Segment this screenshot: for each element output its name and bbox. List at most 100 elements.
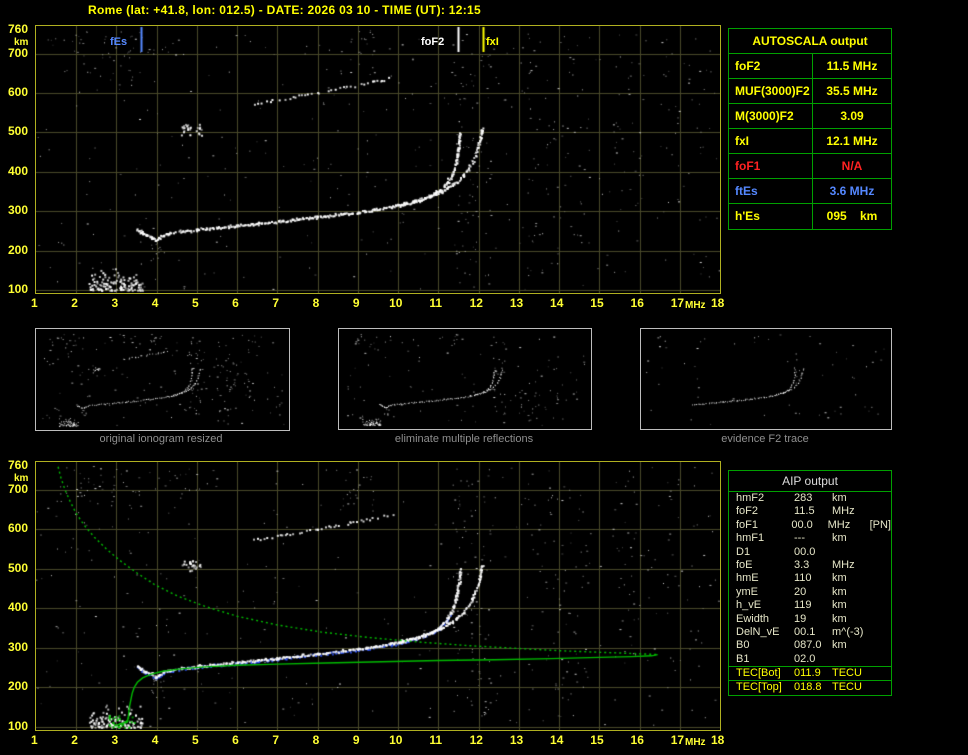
ionogram-plot-top [35, 25, 721, 294]
y-tick-label: 760 [7, 458, 28, 472]
foF2-marker-label: foF2 [421, 36, 445, 48]
table-row: hmF1 --- km [729, 532, 891, 545]
x-tick-label: 4 [151, 733, 159, 747]
param-value: 11.5 MHz [826, 59, 878, 73]
param-unit: km [832, 612, 847, 625]
param-note [876, 613, 891, 626]
param-value: 00.0 [794, 545, 816, 558]
station-title: Rome (lat: +41.8, lon: 012.5) - DATE: 20… [88, 3, 481, 17]
param-label: D1 [736, 545, 751, 558]
thumbnail-caption: evidence F2 trace [721, 433, 809, 445]
x-tick-label: 15 [590, 733, 604, 747]
y-tick-label: 700 [7, 45, 28, 60]
x-tick-label: 13 [509, 296, 524, 310]
param-note: [PN] [869, 518, 891, 531]
param-unit: km [832, 639, 847, 652]
param-label: M(3000)F2 [729, 104, 813, 128]
param-note [876, 492, 891, 505]
param-value: 110 [794, 572, 812, 585]
table-row: DelN_vE 00.1 m^(-3) [729, 626, 891, 639]
x-tick-label: 10 [389, 296, 403, 310]
x-tick-label: 11 [429, 296, 443, 310]
param-label: Ewidth [736, 612, 770, 625]
table-row: B0 087.0 km [729, 639, 891, 652]
param-label: B1 [736, 652, 750, 665]
param-unit: km [832, 492, 847, 504]
x-tick-label: 14 [550, 733, 564, 747]
y-tick-label: 300 [7, 203, 28, 218]
param-label: foF2 [736, 505, 759, 518]
param-value: 19 [794, 612, 807, 625]
thumbnail-original-ionogram [35, 328, 290, 431]
ionogram-plot-bottom [35, 461, 721, 731]
param-value: N/A [841, 159, 863, 173]
aip-panel-title: AIP output [729, 471, 891, 492]
table-row: Ewidth 19 km [729, 613, 891, 626]
y-tick-label: 600 [7, 521, 28, 536]
x-tick-label: 4 [151, 296, 159, 310]
param-label: foE [736, 558, 753, 571]
param-note [876, 572, 891, 585]
x-tick-label: 5 [191, 733, 199, 747]
param-value: 02.0 [794, 652, 816, 665]
param-unit [832, 546, 876, 559]
param-unit: km [832, 599, 847, 612]
table-row: MUF(3000)F2 35.5 MHz [729, 79, 891, 104]
table-row: fxI 12.1 MHz [729, 129, 891, 154]
y-tick-label: 100 [7, 719, 28, 733]
param-value: 3.6 MHz [829, 184, 875, 198]
param-unit: TECU [832, 681, 862, 694]
thumbnail-f2-trace [640, 328, 892, 430]
param-value: 20 [794, 585, 807, 598]
y-tick-label: 600 [7, 85, 28, 100]
x-tick-label: 8 [312, 296, 320, 310]
x-tick-label: 6 [232, 296, 239, 310]
param-label: hmF1 [736, 532, 765, 545]
param-unit: km [832, 532, 847, 545]
param-value: 095 km [826, 209, 878, 223]
x-tick-label: 12 [469, 733, 483, 747]
param-unit: MHz [827, 518, 851, 531]
param-value: 018.8 [794, 681, 822, 694]
x-tick-label: 10 [389, 733, 403, 747]
param-label: DelN_vE [736, 625, 780, 638]
table-row: ymE 20 km [729, 586, 891, 599]
table-row: h'Es 095 km [729, 204, 891, 229]
aip-output-panel: AIP output hmF2 283 km foF2 11.5 MHz foF… [728, 470, 892, 696]
param-label: MUF(3000)F2 [729, 79, 813, 103]
x-tick-label: 16 [630, 733, 644, 747]
y-tick-label: 500 [7, 560, 28, 575]
param-value: 3.09 [840, 109, 864, 123]
y-tick-label: 400 [7, 163, 28, 178]
param-unit: km [832, 585, 847, 598]
y-tick-label: 300 [7, 639, 28, 654]
x-tick-label: 3 [111, 733, 119, 747]
param-value: --- [794, 532, 805, 545]
table-row: TEC[Bot] 011.9 TECU [729, 667, 891, 680]
x-tick-label: 11 [429, 733, 443, 747]
fxI-marker-label: fxI [486, 36, 499, 48]
param-note [876, 653, 891, 666]
table-row: foF2 11.5 MHz [729, 54, 891, 79]
x-axis-unit: MHz [685, 737, 706, 748]
param-label: foF1 [729, 154, 813, 178]
x-tick-label: 14 [550, 296, 564, 310]
param-note [876, 505, 891, 518]
table-row: hmE 110 km [729, 572, 891, 585]
param-value: 11.5 [794, 505, 815, 518]
autoscala-panel-title: AUTOSCALA output [729, 29, 891, 54]
param-unit: MHz [832, 558, 855, 571]
fEs-marker-label: fEs [110, 36, 128, 48]
param-value: 00.1 [794, 625, 816, 638]
x-tick-label: 17 [670, 296, 685, 310]
param-label: h'Es [729, 204, 813, 229]
param-unit: km [832, 572, 847, 585]
y-tick-label: 400 [7, 600, 28, 615]
param-value: 35.5 MHz [826, 84, 878, 98]
param-label: fxI [729, 129, 813, 153]
param-note [876, 639, 891, 652]
x-tick-label: 1 [31, 733, 38, 747]
autoscala-output-panel: AUTOSCALA output foF2 11.5 MHz MUF(3000)… [728, 28, 892, 230]
y-tick-label: 200 [7, 242, 28, 257]
thumbnail-caption: eliminate multiple reflections [394, 433, 534, 445]
